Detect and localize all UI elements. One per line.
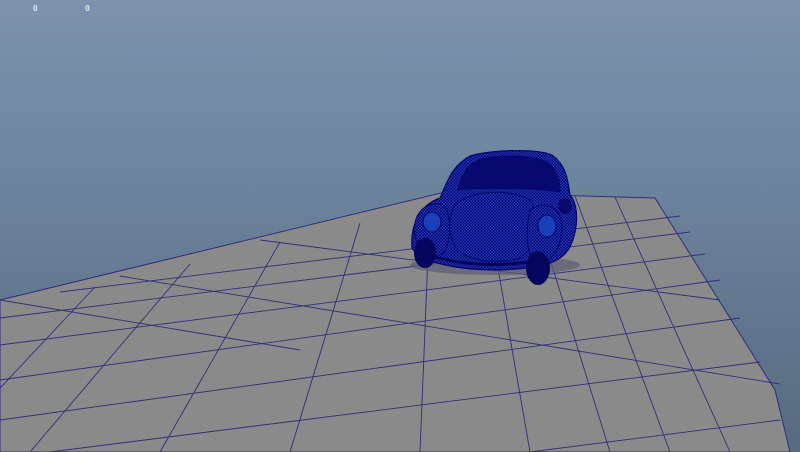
- car-wireframe-model[interactable]: [410, 150, 580, 285]
- 3d-viewport[interactable]: 0 0: [0, 0, 800, 452]
- scene-canvas: [0, 150, 791, 452]
